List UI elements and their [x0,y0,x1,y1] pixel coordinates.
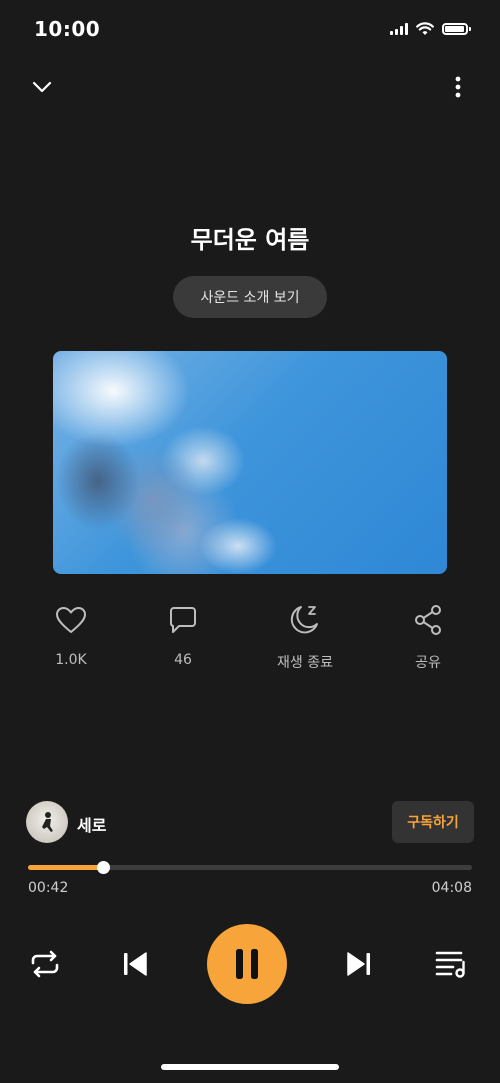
comment-icon [170,607,196,633]
comment-action[interactable]: 46 [143,600,223,668]
next-button[interactable] [339,944,379,984]
play-pause-button[interactable] [207,924,287,1004]
sleep-timer-label: 재생 종료 [277,655,333,671]
playlist-icon [435,951,465,978]
previous-button[interactable] [115,944,155,984]
comment-count: 46 [174,652,192,668]
total-time: 04:08 [431,880,472,896]
more-options-button[interactable] [438,67,478,107]
track-title: 무더운 여름 [190,226,310,254]
progress-thumb[interactable] [97,861,111,874]
person-silhouette-icon [42,812,53,832]
like-count: 1.0K [55,652,87,668]
progress-bar[interactable] [28,861,472,874]
subscribe-button[interactable]: 구독하기 [392,801,474,843]
playlist-button[interactable] [431,944,471,984]
share-action[interactable]: 공유 [388,600,468,672]
wifi-icon [416,22,434,35]
chevron-down-icon [32,81,52,93]
skip-next-icon [347,952,370,976]
more-vertical-icon [455,76,461,98]
progress-fill [28,865,104,870]
artist-avatar[interactable] [26,801,68,843]
sound-intro-button[interactable]: 사운드 소개 보기 [173,276,327,318]
sleep-timer-action[interactable]: 재생 종료 [265,600,345,672]
repeat-button[interactable] [25,944,65,984]
sleep-timer-icon [290,606,318,634]
artist-name[interactable]: 세로 [77,812,106,836]
like-action[interactable]: 1.0K [31,600,111,668]
share-label: 공유 [415,655,441,671]
signal-icon [390,23,408,35]
battery-icon [442,23,471,35]
status-time: 10:00 [34,17,101,41]
skip-previous-icon [124,952,147,976]
collapse-button[interactable] [22,67,62,107]
cover-image [53,351,447,574]
repeat-icon [31,950,59,978]
heart-icon [56,607,86,633]
current-time: 00:42 [28,880,69,896]
home-indicator [161,1064,339,1070]
share-icon [415,605,441,635]
pause-icon [236,949,258,979]
status-icons [390,22,471,36]
